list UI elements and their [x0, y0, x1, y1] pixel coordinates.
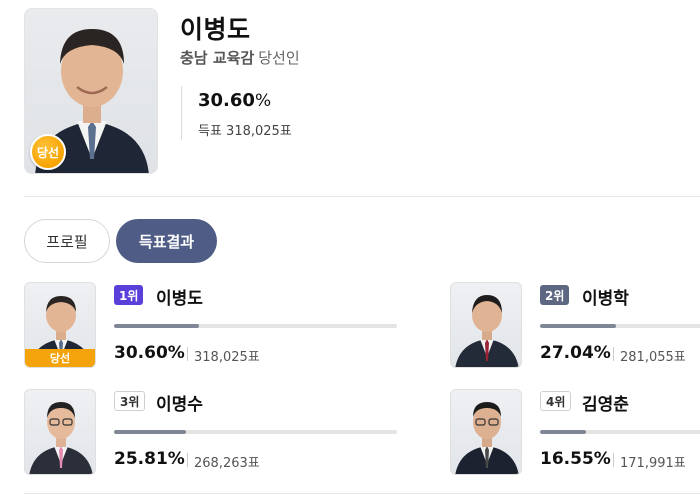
election-status: 당선인 — [258, 49, 300, 67]
vote-share-fill — [540, 430, 587, 434]
stat-separator — [613, 347, 614, 361]
rank-badge: 1위 — [114, 285, 144, 305]
election-region: 충남 교육감 — [180, 49, 255, 67]
candidate-name: 이병도 — [180, 15, 251, 44]
candidate-1-votes: 318,025표 — [194, 350, 260, 365]
candidate-3-name[interactable]: 이명수 — [156, 390, 203, 415]
candidate-3-percent: 25.81% — [114, 449, 185, 469]
vote-share-bar — [540, 324, 700, 328]
vote-count: 득표 318,025표 — [198, 124, 292, 139]
stat-separator — [187, 453, 188, 467]
person-portrait-icon — [455, 295, 519, 367]
vote-share-fill — [114, 324, 200, 328]
candidate-2-percent: 27.04% — [540, 343, 611, 363]
candidate-1-name[interactable]: 이병도 — [156, 284, 203, 309]
section-divider — [24, 196, 700, 197]
vote-share-fill — [114, 430, 187, 434]
vertical-divider — [181, 86, 182, 140]
vote-share-bar — [114, 430, 397, 434]
section-divider — [24, 493, 700, 494]
candidate-4-photo[interactable] — [450, 389, 522, 475]
vote-percent-unit: % — [254, 91, 272, 111]
candidate-1-photo[interactable]: 당선 — [24, 282, 96, 368]
person-portrait-icon — [455, 402, 519, 474]
vote-percent: 30.60% — [198, 90, 271, 111]
winner-label: 당선 — [25, 349, 95, 367]
vote-share-bar — [540, 430, 700, 434]
candidate-3-photo[interactable] — [24, 389, 96, 475]
candidate-4-percent: 16.55% — [540, 449, 611, 469]
tab-profile[interactable]: 프로필 — [24, 219, 110, 263]
candidate-subtitle: 충남 교육감 당선인 — [180, 47, 300, 68]
rank-badge: 3위 — [114, 391, 146, 411]
vote-share-fill — [540, 324, 616, 328]
vote-share-bar — [114, 324, 397, 328]
candidate-3-votes: 268,263표 — [194, 456, 260, 471]
tab-vote-results[interactable]: 득표결과 — [116, 219, 217, 263]
candidate-4-votes: 171,991표 — [620, 456, 686, 471]
candidate-2-name[interactable]: 이병학 — [582, 284, 629, 309]
candidate-2-photo[interactable] — [450, 282, 522, 368]
vote-percent-value: 30.60 — [198, 90, 255, 111]
candidate-4-name[interactable]: 김영춘 — [582, 390, 629, 415]
person-portrait-icon — [29, 402, 93, 474]
candidate-2-votes: 281,055표 — [620, 350, 686, 365]
rank-badge: 4위 — [540, 391, 572, 411]
stat-separator — [613, 453, 614, 467]
stat-separator — [187, 347, 188, 361]
rank-badge: 2위 — [540, 285, 570, 305]
candidate-1-percent: 30.60% — [114, 343, 185, 363]
winner-seal-badge: 당선 — [30, 134, 66, 170]
